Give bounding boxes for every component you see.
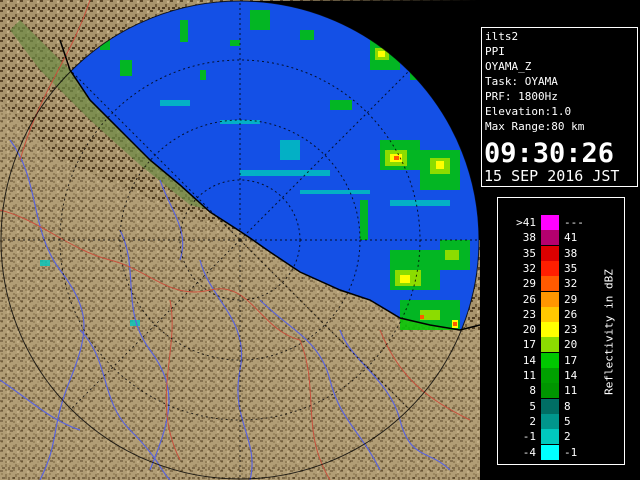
- legend-color-swatch: [541, 260, 559, 276]
- legend-row: 14 17: [498, 352, 598, 368]
- legend-row: 8 11: [498, 383, 598, 399]
- legend-low-value: 23: [522, 307, 536, 321]
- legend-low-value: 20: [522, 323, 536, 337]
- legend-color-swatch: [541, 368, 559, 383]
- legend-row: -1 2: [498, 429, 598, 445]
- legend-color-swatch: [541, 276, 559, 292]
- legend-color-swatch: [541, 398, 559, 414]
- legend-high-value: 20: [564, 338, 578, 352]
- legend-low-value: 32: [522, 261, 536, 275]
- legend-color-swatch: [541, 245, 559, 261]
- legend-row: 23 26: [498, 306, 598, 322]
- legend-high-value: 2: [564, 430, 571, 444]
- info-panel: ilts2 PPI OYAMA_Z Task: OYAMA PRF: 1800H…: [481, 27, 638, 187]
- legend-color-swatch: [541, 322, 559, 338]
- legend-color-swatch: [541, 291, 559, 307]
- legend-high-value: 32: [564, 277, 578, 291]
- legend-row: 35 38: [498, 245, 598, 261]
- legend-row: 32 35: [498, 260, 598, 276]
- observation-time: 09:30:26: [484, 138, 615, 169]
- legend-row: 17 20: [498, 337, 598, 353]
- legend-high-value: 8: [564, 399, 571, 413]
- legend-low-value: -4: [522, 445, 536, 459]
- legend-row: 11 14: [498, 368, 598, 383]
- legend-high-value: ---: [564, 216, 584, 229]
- legend-high-value: 38: [564, 246, 578, 260]
- legend-high-value: 5: [564, 414, 571, 428]
- legend-high-value: 35: [564, 261, 578, 275]
- task-name: Task: OYAMA: [485, 75, 558, 88]
- legend-color-swatch: [541, 444, 559, 460]
- legend-low-value: 29: [522, 277, 536, 291]
- legend-color-swatch: [541, 429, 559, 445]
- legend-low-value: 5: [529, 399, 536, 413]
- legend-caption-text: Reflectivity in dBZ: [602, 269, 616, 395]
- legend-row: 26 29: [498, 291, 598, 307]
- legend-low-value: 38: [522, 231, 536, 245]
- legend-row: 29 32: [498, 276, 598, 292]
- legend-low-value: 11: [522, 369, 536, 382]
- legend-row: 20 23: [498, 322, 598, 338]
- radar-ppi-display: [0, 0, 480, 480]
- legend-row: >41 ---: [498, 215, 598, 230]
- legend-high-value: 17: [564, 353, 578, 367]
- legend-high-value: 11: [564, 384, 578, 398]
- legend-color-swatch: [541, 337, 559, 353]
- legend-high-value: 14: [564, 369, 578, 382]
- legend-row: 25: [498, 413, 598, 429]
- legend-row: 38 41: [498, 230, 598, 246]
- elevation-value: Elevation:1.0: [485, 105, 572, 118]
- prf-value: PRF: 1800Hz: [485, 90, 558, 103]
- legend-high-value: 23: [564, 323, 578, 337]
- legend-row: 58: [498, 398, 598, 414]
- product-name: OYAMA_Z: [485, 60, 532, 73]
- legend-color-swatch: [541, 230, 559, 246]
- legend-high-value: 26: [564, 307, 578, 321]
- legend-low-value: >41: [516, 216, 536, 229]
- legend-low-value: -1: [522, 430, 536, 444]
- legend-color-swatch: [541, 383, 559, 399]
- legend-low-value: 2: [529, 414, 536, 428]
- host-name: ilts2: [485, 30, 519, 43]
- legend-color-swatch: [541, 215, 559, 230]
- reflectivity-legend: >41 --- 38 41 35 38 32 35 29 32 26 29 23 26 20 23 17 20 14…: [497, 197, 625, 465]
- legend-low-value: 35: [522, 246, 536, 260]
- legend-high-value: -1: [564, 445, 578, 459]
- legend-low-value: 26: [522, 292, 536, 306]
- scan-mode: PPI: [485, 45, 505, 58]
- legend-high-value: 41: [564, 231, 578, 245]
- legend-color-swatch: [541, 306, 559, 322]
- legend-low-value: 14: [522, 353, 536, 367]
- legend-row: -4 -1: [498, 444, 598, 460]
- legend-color-swatch: [541, 352, 559, 368]
- legend-low-value: 17: [522, 338, 536, 352]
- legend-high-value: 29: [564, 292, 578, 306]
- legend-low-value: 8: [529, 384, 536, 398]
- max-range-value: Max Range:80 km: [485, 120, 585, 133]
- legend-color-swatch: [541, 413, 559, 429]
- observation-date: 15 SEP 2016 JST: [484, 167, 620, 185]
